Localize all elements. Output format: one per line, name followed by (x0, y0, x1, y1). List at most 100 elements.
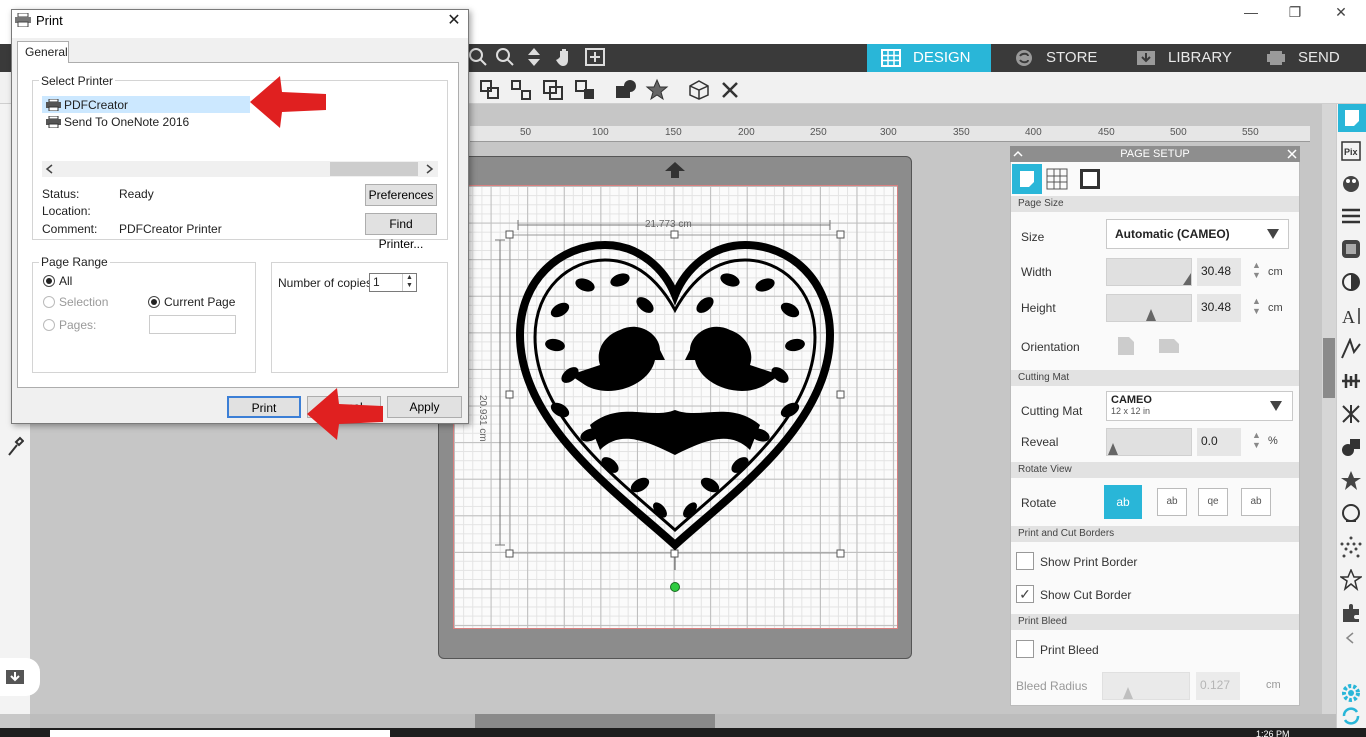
delete-icon[interactable] (718, 78, 742, 102)
pages-input[interactable] (149, 315, 236, 334)
range-pages-radio[interactable] (43, 319, 55, 331)
ruler-tick: 50 (520, 127, 532, 138)
spinner-arrows[interactable]: ▲ ▼ (1252, 430, 1261, 450)
size-dropdown[interactable]: Automatic (CAMEO) (1106, 219, 1289, 249)
outline-star-icon[interactable] (1340, 569, 1362, 591)
show-cut-border-checkbox[interactable]: ✓ (1016, 585, 1034, 603)
tab-library[interactable]: LIBRARY (1122, 44, 1250, 72)
sync-icon[interactable] (1340, 706, 1362, 726)
collapse-chevron-icon[interactable] (1013, 149, 1023, 159)
text-style-icon[interactable]: A (1341, 305, 1363, 327)
portrait-icon[interactable] (1117, 336, 1135, 356)
taskbar-search-box[interactable] (50, 730, 390, 737)
puzzle-icon[interactable] (1340, 602, 1362, 624)
3d-box-icon[interactable] (687, 78, 711, 102)
tab-send[interactable]: SEND (1252, 44, 1364, 72)
rotate-0-button[interactable]: ab (1104, 485, 1142, 519)
transparency-icon[interactable] (1341, 272, 1361, 292)
printer-list-scroll-thumb[interactable] (330, 162, 418, 176)
rotate-handle[interactable] (670, 582, 680, 592)
zoom-icon[interactable] (468, 47, 488, 67)
vertical-scroll-thumb[interactable] (1323, 338, 1335, 398)
dotted-star-icon[interactable] (1340, 536, 1362, 558)
printer-item-onenote[interactable]: Send To OneNote 2016 (44, 114, 189, 130)
location-label: Location: (42, 204, 91, 218)
range-all-radio[interactable] (43, 275, 55, 287)
modify-icon[interactable] (1340, 436, 1362, 458)
make-compound-icon[interactable] (541, 78, 565, 102)
star-icon[interactable] (645, 78, 669, 102)
scroll-right-icon[interactable] (426, 164, 434, 174)
line-style-icon[interactable] (1341, 207, 1361, 225)
zoom-fit-icon[interactable] (495, 47, 515, 67)
gear-icon[interactable] (1340, 682, 1362, 704)
replicate-icon[interactable] (1340, 403, 1362, 425)
ungroup-icon[interactable] (509, 78, 533, 102)
eyedropper-icon[interactable] (6, 436, 24, 458)
scroll-left-icon[interactable] (45, 164, 53, 174)
vertical-scrollbar[interactable] (1322, 104, 1336, 714)
width-input[interactable]: 30.48 (1197, 258, 1241, 286)
apply-button[interactable]: Apply (387, 396, 462, 418)
width-label: Width (1021, 265, 1052, 279)
print-bleed-checkbox[interactable] (1016, 640, 1034, 658)
height-input[interactable]: 30.48 (1197, 294, 1241, 322)
tab-store[interactable]: STORE (1000, 44, 1118, 72)
grid-settings-icon[interactable] (1046, 168, 1068, 190)
background-image-icon[interactable] (1079, 168, 1101, 190)
copies-spinner[interactable]: ▲ ▼ (402, 274, 416, 291)
move-view-icon[interactable] (523, 47, 545, 67)
width-slider[interactable] (1106, 258, 1192, 286)
section-cutting-mat: Cutting Mat (1011, 370, 1299, 386)
rotate-180-button[interactable]: qe (1198, 488, 1228, 516)
horizontal-scroll-thumb[interactable] (475, 714, 715, 728)
reveal-input[interactable]: 0.0 (1197, 428, 1241, 456)
tab-general[interactable]: General (17, 41, 69, 63)
preferences-button[interactable]: Preferences (365, 184, 437, 206)
tab-page-setup[interactable] (1012, 164, 1042, 194)
maximize-button[interactable]: ❐ (1272, 2, 1318, 22)
spinner-arrows[interactable]: ▲ ▼ (1252, 296, 1261, 316)
collapse-arrow-icon[interactable] (1344, 632, 1356, 644)
heart-birds-design[interactable] (500, 225, 850, 565)
cutting-mat-dropdown[interactable]: CAMEO 12 x 12 in (1106, 391, 1293, 421)
rotate-270-button[interactable]: ab (1241, 488, 1271, 516)
sketch-icon[interactable] (1340, 338, 1362, 360)
panel-close-icon[interactable] (1287, 149, 1297, 159)
offset-star-icon[interactable] (1340, 470, 1362, 492)
landscape-icon[interactable] (1158, 338, 1180, 354)
ruler-tick: 300 (880, 127, 897, 138)
range-current-radio[interactable] (148, 296, 160, 308)
tab-design[interactable]: DESIGN (867, 44, 991, 72)
height-slider[interactable] (1106, 294, 1192, 322)
release-compound-icon[interactable] (573, 78, 597, 102)
trace-icon[interactable] (1340, 503, 1362, 525)
pixscan-icon[interactable]: Pix (1341, 141, 1361, 161)
align-icon[interactable] (1340, 370, 1362, 392)
library-drawer-tab[interactable] (0, 658, 40, 696)
spinner-arrows[interactable]: ▲ ▼ (1252, 260, 1261, 280)
minimize-button[interactable]: — (1228, 2, 1274, 22)
group-icon[interactable] (478, 78, 502, 102)
fill-pattern-icon[interactable] (1340, 238, 1362, 260)
fill-color-icon[interactable] (1341, 174, 1361, 194)
reveal-unit: % (1268, 435, 1278, 447)
print-button[interactable]: Print (227, 396, 301, 418)
rotate-90-button[interactable]: ab (1157, 488, 1187, 516)
shape-fill-icon[interactable] (614, 78, 638, 102)
reveal-slider[interactable] (1106, 428, 1192, 456)
close-window-button[interactable]: ✕ (1318, 2, 1364, 22)
fit-page-icon[interactable] (584, 47, 606, 67)
annotation-arrow-icon (307, 388, 383, 440)
range-selection-radio[interactable] (43, 296, 55, 308)
page-setup-panel-button[interactable] (1338, 104, 1366, 132)
height-label: Height (1021, 301, 1056, 315)
show-print-border-checkbox[interactable] (1016, 552, 1034, 570)
pan-hand-icon[interactable] (554, 46, 576, 68)
tab-send-label: SEND (1298, 49, 1340, 66)
printer-item-pdfcreator[interactable]: PDFCreator (44, 97, 128, 113)
print-dialog-titlebar[interactable] (12, 10, 468, 38)
select-printer-legend: Select Printer (39, 74, 116, 88)
dialog-close-button[interactable]: ✕ (440, 10, 468, 34)
find-printer-button[interactable]: Find Printer... (365, 213, 437, 251)
